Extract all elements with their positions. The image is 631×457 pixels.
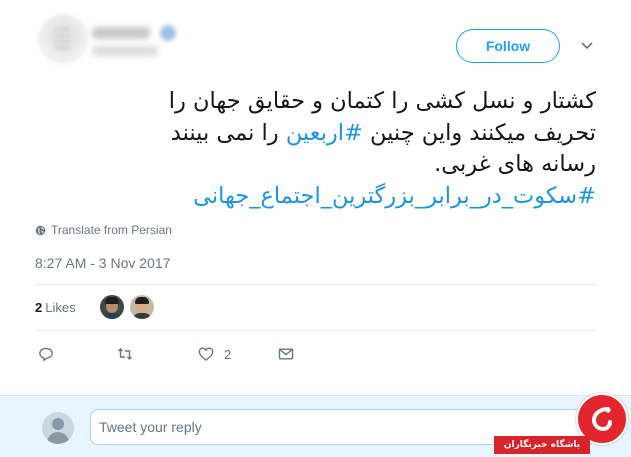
- heart-icon: [198, 347, 214, 361]
- chevron-down-icon[interactable]: [580, 40, 594, 52]
- translate-label: Translate from Persian: [51, 223, 172, 237]
- liker-hair: [135, 297, 149, 304]
- like-button[interactable]: 2: [198, 345, 231, 363]
- tweet-text-line-3: رسانه های غربی.: [434, 151, 596, 177]
- likes-number: 2: [35, 300, 43, 315]
- tweet-text-line-2: تحریف میکنند واین چنین #اربعین را نمی بی…: [26, 118, 596, 150]
- hashtag-silence[interactable]: #سکوت_در_برابر_بزرگترین_اجتماع_جهانی: [26, 181, 596, 213]
- reply-icon: [39, 347, 53, 362]
- tweet-text-segment: تحریف میکنند واین چنین: [362, 119, 596, 146]
- tweet-text-line-1: کشتار و نسل کشی را کتمان و حقایق جهان را: [168, 88, 596, 114]
- envelope-icon: [278, 348, 294, 360]
- watermark-emblem-icon: [591, 407, 612, 432]
- liker-body: [132, 313, 152, 319]
- watermark-text: باشگاه خبرنگاران: [494, 436, 590, 454]
- hashtag-arbaeen[interactable]: #اربعین: [286, 120, 363, 146]
- avatar-head: [52, 418, 64, 430]
- direct-message-button[interactable]: [278, 345, 294, 363]
- globe-icon: [35, 225, 46, 235]
- retweet-icon: [118, 348, 132, 360]
- follow-button[interactable]: Follow: [456, 29, 560, 63]
- reply-button[interactable]: [38, 345, 54, 363]
- likes-label: Likes: [45, 300, 76, 315]
- liker-body: [102, 313, 122, 319]
- retweet-button[interactable]: [117, 345, 133, 363]
- current-user-avatar: [42, 412, 74, 444]
- divider: [35, 330, 597, 331]
- liker-hair: [105, 297, 119, 304]
- like-count: 2: [224, 346, 232, 362]
- liker-avatar[interactable]: [100, 295, 124, 319]
- tweet-card: Follow کشتار و نسل کشی را کتمان و حقایق …: [0, 0, 631, 395]
- tweet-text-segment: را نمی بینند: [170, 119, 286, 146]
- author-handle-blurred: [92, 46, 158, 56]
- author-name-blurred[interactable]: [92, 27, 150, 39]
- author-avatar-blurred[interactable]: [38, 14, 88, 64]
- verified-badge-blurred: [160, 25, 176, 41]
- liker-avatar[interactable]: [130, 295, 154, 319]
- likes-count[interactable]: 2 Likes: [35, 300, 76, 315]
- divider: [35, 284, 597, 285]
- tweet-text: کشتار و نسل کشی را کتمان و حقایق جهان را…: [26, 86, 596, 212]
- translate-link[interactable]: Translate from Persian: [35, 223, 172, 237]
- avatar-torso: [47, 432, 69, 444]
- tweet-timestamp[interactable]: 8:27 AM - 3 Nov 2017: [35, 255, 170, 271]
